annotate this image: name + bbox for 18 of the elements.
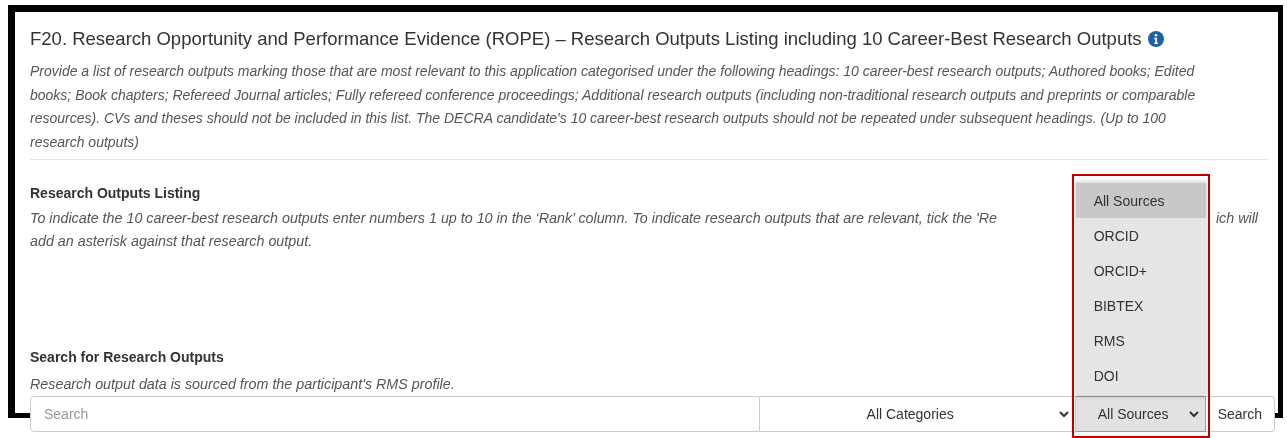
source-option[interactable]: DOI — [1075, 358, 1206, 393]
listing-heading: Research Outputs Listing — [30, 184, 201, 202]
search-field[interactable]: Search — [30, 396, 760, 432]
section-description: Provide a list of research outputs marking those that are most relevant to this application categorised under the following headings: 10 career-best research outputs; Authored books; Edited books; Book chapters; Refereed Journal articles; Fully refereed conference proceedings; Additional research outputs (including non-traditional research outputs and preprints or comparable resources). CVs and theses should not be included in this list. The DECRA candidate's 10 career-best research outputs should not be repeated under subsequent headings. (Up to 100 research outputs) — [30, 62, 1197, 152]
category-select[interactable]: All Categories — [759, 396, 1076, 432]
source-option[interactable]: ORCID — [1075, 218, 1206, 253]
source-option[interactable]: ORCID+ — [1075, 253, 1206, 288]
source-select[interactable]: All Sources — [1075, 396, 1206, 432]
search-button[interactable]: Search — [1205, 396, 1275, 432]
section-title: F20. Research Opportunity and Performance Evidence (ROPE) – Research Outputs Listing including 10 Career-Best Research Outputs — [30, 27, 1142, 51]
instruction-text: add an asterisk against that research output. — [30, 232, 313, 251]
source-option[interactable]: All Sources — [1075, 183, 1206, 218]
source-option[interactable]: RMS — [1075, 323, 1206, 358]
search-heading: Search for Research Outputs — [30, 348, 224, 366]
instruction-text: ich will — [1215, 209, 1258, 228]
instruction-text: To indicate the 10 career-best research outputs enter numbers 1 up to 10 in the ‘Rank’ column. To indicate research outputs that are relevant, tick the 'Re — [30, 209, 997, 228]
search-note: Research output data is sourced from the participant's RMS profile. — [30, 375, 455, 393]
source-option[interactable]: BIBTEX — [1075, 288, 1206, 323]
